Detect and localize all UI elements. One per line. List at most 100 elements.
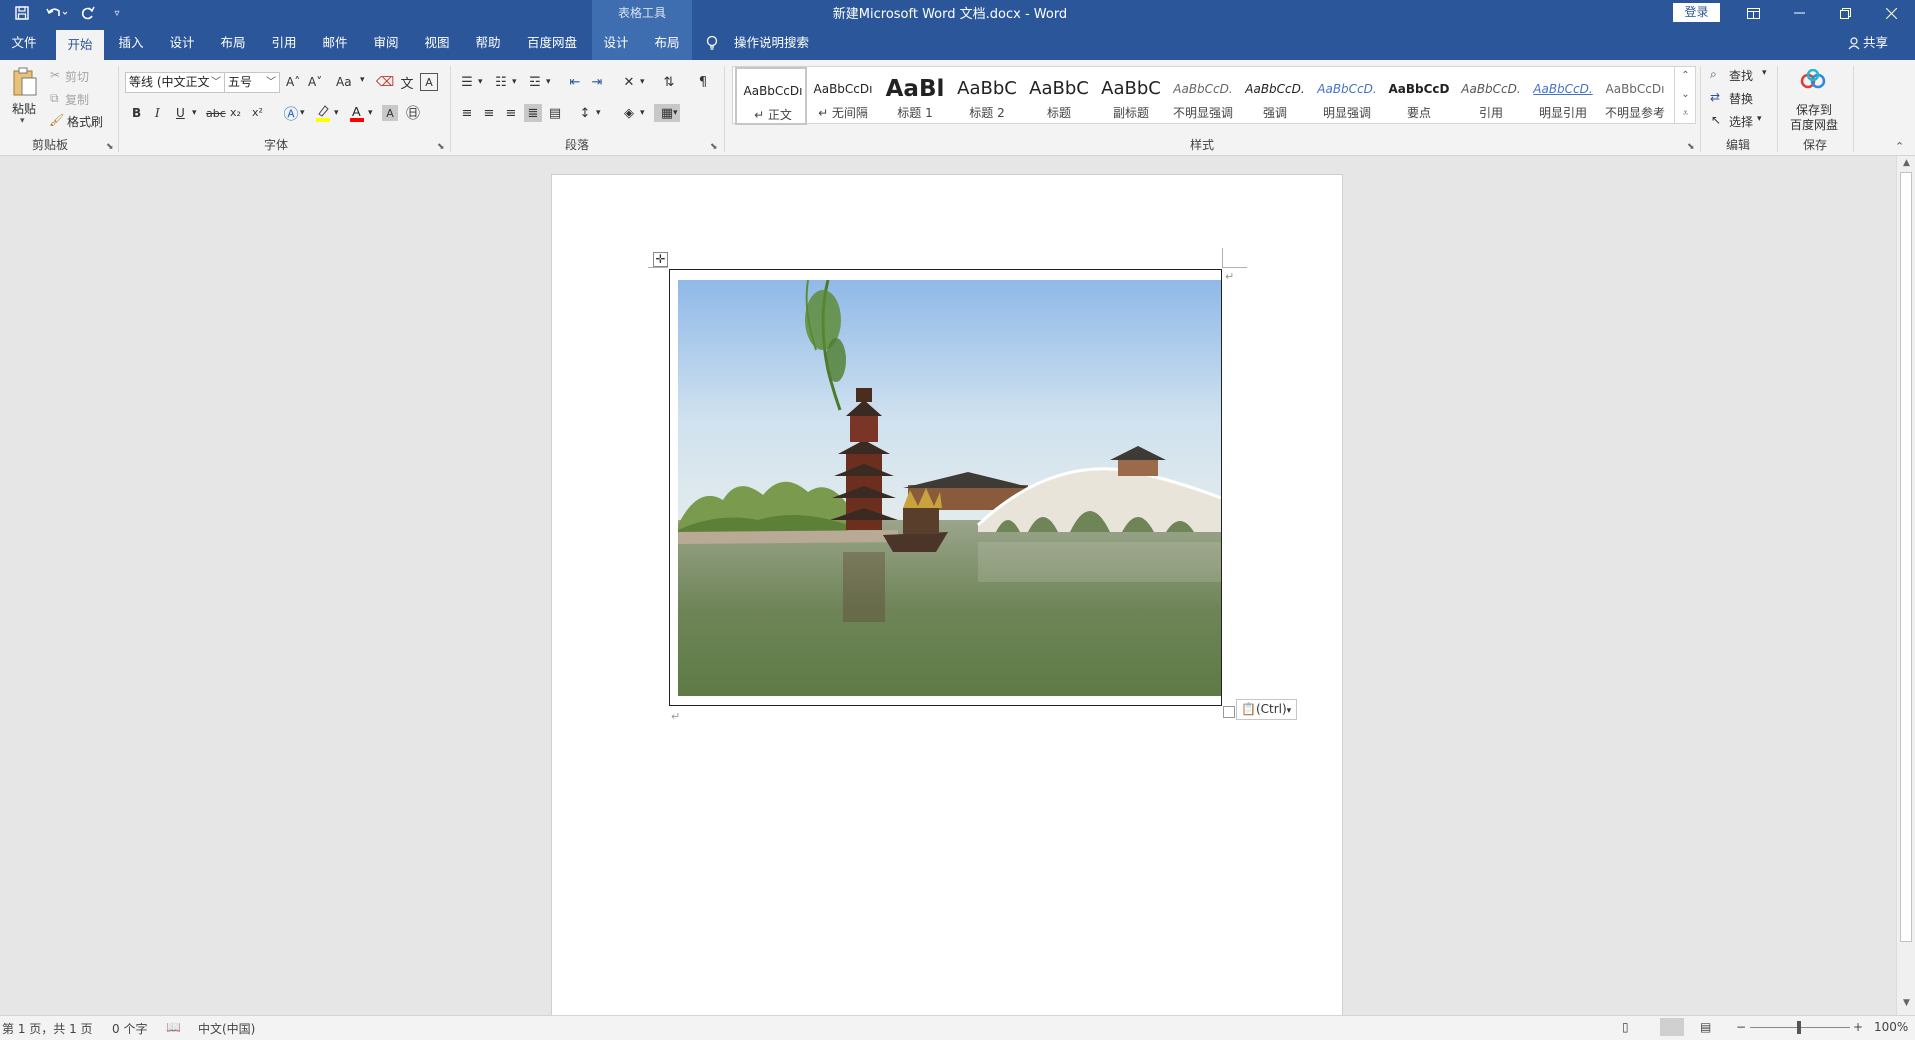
share-button[interactable]: 共享	[1863, 26, 1888, 60]
decrease-indent-icon[interactable]: ⇤	[566, 73, 584, 91]
multilevel-list-icon[interactable]: ☲	[526, 73, 544, 91]
style-heading-1[interactable]: AaBl 标题 1	[879, 67, 951, 125]
show-marks-icon[interactable]: ¶	[694, 73, 712, 91]
tab-help[interactable]: 帮助	[468, 26, 508, 60]
restore-icon[interactable]	[1823, 0, 1868, 26]
style-normal[interactable]: AaBbCcDı ↵ 正文	[735, 67, 807, 125]
find-dropdown-icon[interactable]: ▾	[1762, 68, 1767, 78]
style-quote[interactable]: AaBbCcD. 引用	[1455, 67, 1527, 125]
paste-dropdown-icon[interactable]: ▾	[20, 116, 25, 126]
style-heading-2[interactable]: AaBbC 标题 2	[951, 67, 1023, 125]
paste-options-button[interactable]: 📋(Ctrl)▾	[1236, 699, 1297, 720]
grow-font-button[interactable]: A˄	[286, 75, 300, 89]
save-to-baidu-button-line2[interactable]: 百度网盘	[1789, 116, 1839, 133]
text-effects-dropdown-icon[interactable]: ▾	[300, 108, 305, 118]
tab-layout[interactable]: 布局	[213, 26, 253, 60]
undo-icon[interactable]	[42, 3, 72, 23]
underline-button[interactable]: U	[176, 106, 185, 120]
web-layout-icon[interactable]: ▤	[1700, 1020, 1711, 1034]
more-styles-icon[interactable]: ⩡	[1675, 104, 1696, 123]
find-button[interactable]: 查找	[1729, 67, 1753, 84]
phonetic-guide-icon[interactable]: 文	[398, 73, 416, 92]
distributed-icon[interactable]: ▤	[546, 104, 564, 122]
numbering-icon[interactable]: ☷	[492, 73, 510, 91]
change-case-dropdown-icon[interactable]: ▾	[360, 75, 365, 85]
baidu-netdisk-icon[interactable]	[1798, 68, 1828, 92]
italic-button[interactable]: I	[155, 106, 160, 120]
clipboard-launcher-icon[interactable]: ⬊	[106, 142, 114, 152]
tab-table-layout[interactable]: 布局	[647, 26, 687, 60]
zoom-in-icon[interactable]: +	[1853, 1020, 1863, 1034]
paragraph-launcher-icon[interactable]: ⬊	[710, 142, 718, 152]
language-indicator[interactable]: 中文(中国)	[198, 1020, 255, 1037]
scrollbar-thumb[interactable]	[1900, 172, 1912, 942]
bullets-dropdown-icon[interactable]: ▾	[478, 77, 483, 87]
line-spacing-icon[interactable]: ↕	[576, 104, 594, 122]
numbering-dropdown-icon[interactable]: ▾	[512, 77, 517, 87]
collapse-ribbon-icon[interactable]: ⌃	[1895, 140, 1904, 153]
chinese-layout-icon[interactable]: ✕	[620, 73, 638, 91]
character-shading-icon[interactable]: A	[382, 105, 398, 121]
tab-design[interactable]: 设计	[162, 26, 202, 60]
borders-dropdown-icon[interactable]: ▾	[673, 108, 678, 118]
replace-button[interactable]: 替换	[1729, 90, 1753, 107]
chinese-layout-dropdown-icon[interactable]: ▾	[640, 77, 645, 87]
font-name-combo[interactable]: 等线 (中文正文 ﹀	[125, 72, 225, 93]
change-case-button[interactable]: Aa	[336, 75, 352, 89]
zoom-level[interactable]: 100%	[1874, 1020, 1908, 1034]
chevron-up-icon[interactable]: ⌃	[1675, 66, 1696, 85]
tab-view[interactable]: 视图	[417, 26, 457, 60]
style-intense-quote[interactable]: AaBbCcD. 明显引用	[1527, 67, 1599, 125]
strikethrough-button[interactable]: abc	[206, 107, 226, 120]
font-color-icon[interactable]: A	[348, 104, 366, 122]
font-size-combo[interactable]: 五号 ﹀	[224, 72, 280, 93]
cut-button[interactable]: 剪切	[65, 68, 89, 85]
read-mode-icon[interactable]: ▯	[1622, 1020, 1629, 1034]
align-left-icon[interactable]: ≡	[458, 104, 476, 122]
style-emphasis[interactable]: AaBbCcD. 强调	[1239, 67, 1311, 125]
scroll-down-icon[interactable]: ▼	[1897, 998, 1915, 1008]
underline-dropdown-icon[interactable]: ▾	[192, 108, 197, 118]
select-button[interactable]: 选择	[1729, 113, 1753, 130]
align-right-icon[interactable]: ≡	[502, 104, 520, 122]
highlight-dropdown-icon[interactable]: ▾	[334, 108, 339, 118]
line-spacing-dropdown-icon[interactable]: ▾	[596, 108, 601, 118]
font-color-dropdown-icon[interactable]: ▾	[368, 108, 373, 118]
select-dropdown-icon[interactable]: ▾	[1757, 114, 1762, 124]
tab-insert[interactable]: 插入	[111, 26, 151, 60]
close-icon[interactable]	[1869, 0, 1914, 26]
table-move-handle[interactable]: ✛	[653, 252, 668, 267]
character-border-icon[interactable]: A	[420, 73, 438, 91]
tell-me-search[interactable]: 操作说明搜索	[734, 26, 809, 60]
enclose-characters-icon[interactable]: ㊐	[404, 104, 422, 122]
inserted-photo[interactable]	[678, 280, 1221, 696]
sort-icon[interactable]: ⇅	[660, 73, 678, 91]
paste-button[interactable]: 粘贴	[12, 100, 36, 117]
login-button[interactable]: 登录	[1673, 3, 1720, 22]
shrink-font-button[interactable]: A˅	[308, 75, 322, 89]
tab-review[interactable]: 审阅	[366, 26, 406, 60]
tab-references[interactable]: 引用	[264, 26, 304, 60]
subscript-button[interactable]: x₂	[230, 106, 241, 119]
format-painter-button[interactable]: 格式刷	[67, 113, 103, 130]
table-resize-handle[interactable]	[1223, 706, 1235, 718]
style-subtitle[interactable]: AaBbC 副标题	[1095, 67, 1167, 125]
proofing-icon[interactable]: 📖	[166, 1020, 181, 1034]
style-title[interactable]: AaBbC 标题	[1023, 67, 1095, 125]
ribbon-display-icon[interactable]	[1731, 0, 1776, 26]
style-no-spacing[interactable]: AaBbCcDı ↵ 无间隔	[807, 67, 879, 125]
style-subtle-reference[interactable]: AaBbCcDı 不明显参考	[1599, 67, 1669, 125]
increase-indent-icon[interactable]: ⇥	[588, 73, 606, 91]
justify-icon[interactable]: ≣	[524, 104, 542, 122]
tab-table-design[interactable]: 设计	[596, 26, 636, 60]
chevron-down-icon[interactable]: ⌄	[1675, 85, 1696, 104]
page-count[interactable]: 第 1 页，共 1 页	[2, 1020, 93, 1037]
customize-qat-icon[interactable]: ▿	[106, 3, 128, 23]
tab-file[interactable]: 文件	[4, 26, 44, 60]
style-intense-emphasis[interactable]: AaBbCcD. 明显强调	[1311, 67, 1383, 125]
superscript-button[interactable]: x²	[252, 106, 263, 119]
zoom-slider-thumb[interactable]	[1797, 1021, 1801, 1034]
align-center-icon[interactable]: ≡	[480, 104, 498, 122]
tab-baidu-netdisk[interactable]: 百度网盘	[522, 26, 582, 60]
bullets-icon[interactable]: ☰	[458, 73, 476, 91]
